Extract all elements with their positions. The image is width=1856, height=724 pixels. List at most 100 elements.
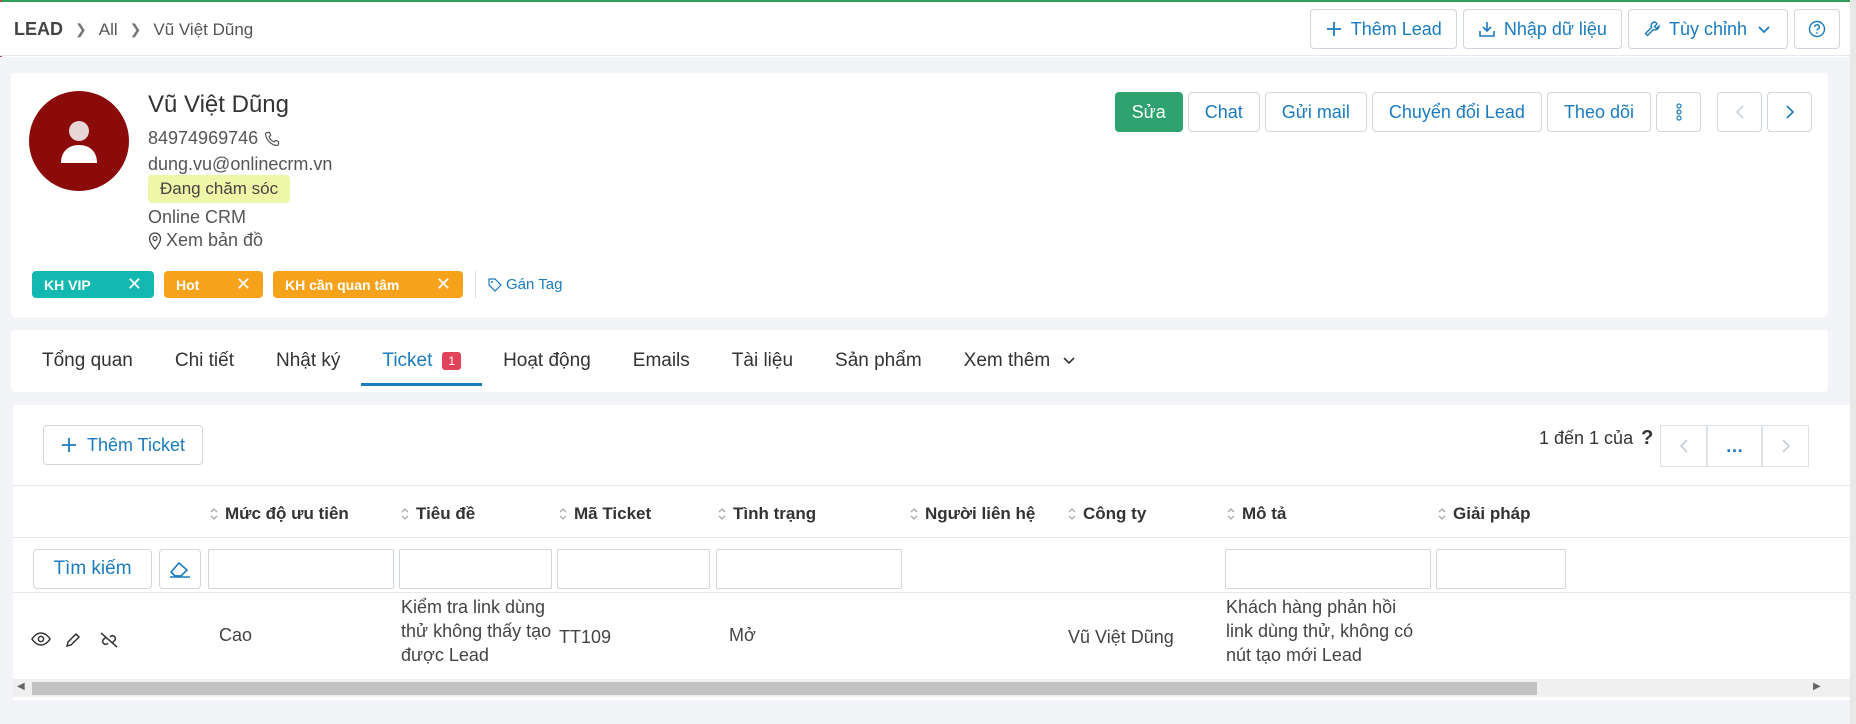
page-menu-button[interactable]: … <box>1707 425 1762 467</box>
pagination-text: 1 đến 1 của <box>1539 428 1634 448</box>
avatar <box>29 91 129 191</box>
customize-label: Tùy chỉnh <box>1668 18 1747 39</box>
column-label: Mức độ ưu tiên <box>225 504 349 523</box>
close-icon[interactable]: ✕ <box>436 274 451 295</box>
tab-more[interactable]: Xem thêm <box>943 330 1098 392</box>
tag-hot: Hot ✕ <box>164 271 263 298</box>
unlink-icon[interactable] <box>98 631 120 649</box>
breadcrumb-all[interactable]: All <box>99 20 118 40</box>
breadcrumb-current: Vũ Việt Dũng <box>153 19 254 39</box>
tab-overview[interactable]: Tổng quan <box>21 330 154 392</box>
tab-ticket-label: Ticket <box>382 350 433 371</box>
tag-list: KH VIP ✕ Hot ✕ KH cần quan tâm ✕ Gán Tag <box>32 271 562 298</box>
download-icon <box>1479 22 1495 37</box>
tab-products[interactable]: Sản phẩm <box>814 330 943 392</box>
sort-icon <box>401 508 409 520</box>
import-data-button[interactable]: Nhập dữ liệu <box>1462 9 1622 49</box>
column-label: Công ty <box>1083 504 1147 523</box>
code-filter-input[interactable] <box>557 549 710 589</box>
column-header-contact[interactable]: Người liên hệ <box>909 504 1035 524</box>
close-icon[interactable]: ✕ <box>127 274 142 295</box>
search-button[interactable]: Tìm kiếm <box>33 549 152 589</box>
status-badge: Đang chăm sóc <box>148 175 291 203</box>
next-record-button[interactable] <box>1767 92 1812 132</box>
tag-label: KH VIP <box>44 276 91 293</box>
description-cell: Khách hàng phản hồi link dùng thử, không… <box>1226 597 1414 665</box>
convert-lead-button[interactable]: Chuyển đổi Lead <box>1371 92 1542 132</box>
ticket-panel: Thêm Ticket 1 đến 1 của ? … Mức độ ưu ti… <box>13 405 1850 700</box>
eye-icon[interactable] <box>31 631 51 647</box>
breadcrumb-root[interactable]: LEAD <box>14 19 63 40</box>
help-icon <box>1808 20 1826 38</box>
customize-button[interactable]: Tùy chỉnh <box>1627 9 1788 49</box>
solution-filter-input[interactable] <box>1436 549 1566 589</box>
map-pin-icon <box>148 231 162 250</box>
priority-cell: Cao <box>219 625 253 645</box>
send-mail-button[interactable]: Gửi mail <box>1264 92 1367 132</box>
ticket-count-badge: 1 <box>442 352 462 370</box>
lead-name: Vũ Việt Dũng <box>148 91 289 118</box>
horizontal-scrollbar[interactable]: ◀ ▶ <box>13 679 1850 697</box>
help-button[interactable] <box>1794 9 1840 49</box>
column-header-description[interactable]: Mô tả <box>1226 504 1286 524</box>
breadcrumb: LEAD ❯ All ❯ Vũ Việt Dũng <box>14 19 253 40</box>
priority-filter-input[interactable] <box>208 549 394 589</box>
plus-icon <box>62 438 76 452</box>
view-map-link[interactable]: Xem bản đồ <box>148 230 263 251</box>
ellipsis-icon: … <box>1725 435 1744 456</box>
title-cell[interactable]: Kiểm tra link dùng thử không thấy tạo đư… <box>401 595 556 667</box>
tag-label: KH cần quan tâm <box>285 276 400 293</box>
follow-button[interactable]: Theo dõi <box>1546 92 1651 132</box>
sort-icon <box>1068 508 1076 520</box>
divider <box>475 271 476 298</box>
column-header-priority[interactable]: Mức độ ưu tiên <box>209 504 349 524</box>
ticket-table-header: Mức độ ưu tiên Tiêu đề Mã Ticket Tình tr… <box>13 485 1850 538</box>
tab-ticket[interactable]: Ticket 1 <box>361 330 482 392</box>
company-cell: Vũ Việt Dũng <box>1068 627 1174 647</box>
tab-activity[interactable]: Hoạt động <box>482 330 612 392</box>
description-filter-input[interactable] <box>1225 549 1431 589</box>
clear-filter-button[interactable] <box>159 549 201 589</box>
vertical-scrollbar[interactable] <box>1850 0 1856 724</box>
column-label: Giải pháp <box>1453 504 1531 523</box>
sort-icon <box>559 508 567 520</box>
close-icon[interactable]: ✕ <box>236 274 251 295</box>
import-data-label: Nhập dữ liệu <box>1503 18 1607 39</box>
tab-log[interactable]: Nhật ký <box>255 330 361 392</box>
previous-record-button[interactable] <box>1717 92 1762 132</box>
tag-icon <box>488 277 502 292</box>
view-map-label: Xem bản đồ <box>166 230 264 250</box>
more-options-button[interactable] <box>1656 92 1701 132</box>
chevron-left-icon <box>1735 105 1744 119</box>
chat-button[interactable]: Chat <box>1187 92 1260 132</box>
scrollbar-thumb[interactable] <box>32 682 1537 695</box>
eraser-icon <box>169 561 190 578</box>
edit-button[interactable]: Sửa <box>1114 92 1183 132</box>
tab-emails[interactable]: Emails <box>612 330 711 392</box>
pencil-icon[interactable] <box>64 631 82 649</box>
add-lead-button[interactable]: Thêm Lead <box>1309 9 1457 49</box>
chevron-right-icon <box>1785 105 1794 119</box>
add-ticket-button[interactable]: Thêm Ticket <box>43 425 204 465</box>
column-header-title[interactable]: Tiêu đề <box>400 504 475 524</box>
assign-tag-link[interactable]: Gán Tag <box>488 276 562 293</box>
pagination-help-icon[interactable]: ? <box>1641 427 1653 450</box>
column-header-company[interactable]: Công ty <box>1067 504 1146 524</box>
column-header-code[interactable]: Mã Ticket <box>558 504 651 524</box>
column-header-status[interactable]: Tình trạng <box>717 504 816 524</box>
previous-page-button[interactable] <box>1660 425 1707 467</box>
tab-detail[interactable]: Chi tiết <box>154 330 255 392</box>
next-page-button[interactable] <box>1762 425 1809 467</box>
tab-documents[interactable]: Tài liệu <box>711 330 814 392</box>
assign-tag-label: Gán Tag <box>506 276 563 293</box>
kebab-icon <box>1675 103 1682 121</box>
ticket-code-cell[interactable]: TT109 <box>559 625 611 649</box>
scroll-right-icon[interactable]: ▶ <box>1813 681 1821 692</box>
title-filter-input[interactable] <box>399 549 552 589</box>
column-header-solution[interactable]: Giải pháp <box>1437 504 1530 524</box>
lead-email[interactable]: dung.vu@onlinecrm.vn <box>148 154 332 175</box>
lead-phone[interactable]: 84974969746 <box>148 128 258 149</box>
status-filter-input[interactable] <box>716 549 902 589</box>
scroll-left-icon[interactable]: ◀ <box>17 681 25 692</box>
phone-icon[interactable] <box>264 131 280 147</box>
